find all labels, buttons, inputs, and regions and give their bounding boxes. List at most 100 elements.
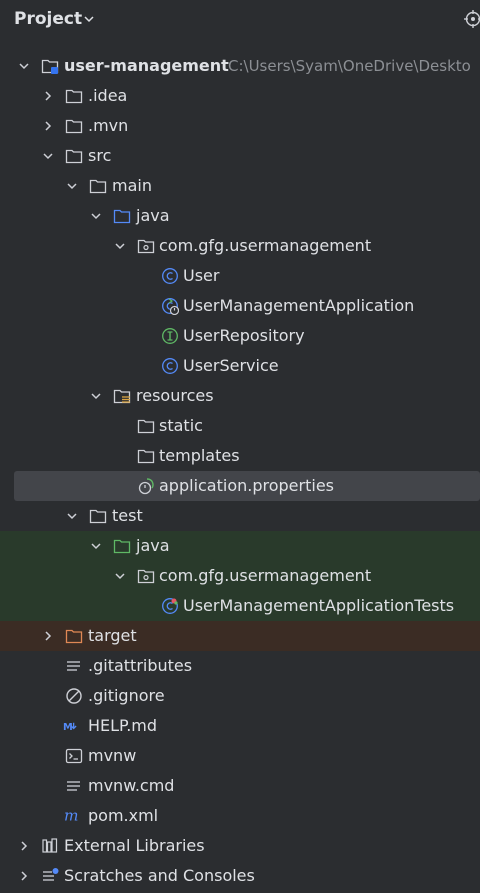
- scratches-icon: [43, 868, 59, 881]
- tree-label: resources: [136, 386, 214, 405]
- tree-label: .gitattributes: [88, 656, 193, 675]
- tree-label: static: [159, 416, 203, 435]
- tree-node-application-properties[interactable]: application.properties: [14, 471, 480, 501]
- tree-node-user-management[interactable]: user-management C:\Users\Syam\OneDrive\D…: [0, 51, 480, 81]
- ignore-file-icon: [66, 688, 82, 704]
- chevron-down-icon[interactable]: [113, 569, 127, 583]
- chevron-down-icon[interactable]: [65, 509, 79, 523]
- tree-node-mvn[interactable]: .mvn: [0, 111, 480, 141]
- chevron-down-icon[interactable]: [89, 209, 103, 223]
- tree-node-user-repository[interactable]: UserRepository: [0, 321, 480, 351]
- tree-node-package-test[interactable]: com.gfg.usermanagement: [0, 561, 480, 591]
- tree-node-scratches-and-consoles[interactable]: Scratches and Consoles: [0, 861, 480, 891]
- package-icon: [137, 239, 155, 254]
- class-icon: [162, 358, 178, 374]
- tree-label: External Libraries: [64, 836, 205, 855]
- maven-icon: m: [64, 807, 79, 825]
- tree-label: main: [112, 176, 152, 195]
- tree-label: UserRepository: [183, 326, 305, 345]
- tree-node-gitattributes[interactable]: .gitattributes: [0, 651, 480, 681]
- panel-title[interactable]: Project: [14, 9, 82, 29]
- tree-node-main[interactable]: main: [0, 171, 480, 201]
- chevron-right-icon[interactable]: [41, 89, 55, 103]
- tree-node-user-management-application[interactable]: UserManagementApplication: [0, 291, 480, 321]
- svg-text:M: M: [63, 722, 73, 733]
- tree-label: java: [136, 206, 170, 225]
- chevron-right-icon[interactable]: [41, 119, 55, 133]
- chevron-right-icon[interactable]: [17, 869, 31, 883]
- chevron-down-icon[interactable]: [113, 239, 127, 253]
- chevron-down-icon[interactable]: [17, 59, 31, 73]
- resources-folder-icon: [113, 389, 131, 404]
- chevron-down-icon[interactable]: [41, 149, 55, 163]
- folder-icon: [65, 119, 83, 134]
- tree-node-java-test[interactable]: java: [0, 531, 480, 561]
- tree-label: .idea: [88, 86, 128, 105]
- tree-node-pom-xml[interactable]: m pom.xml: [0, 801, 480, 831]
- chevron-right-icon[interactable]: [41, 629, 55, 643]
- class-icon: [162, 268, 178, 284]
- tree-node-target[interactable]: target: [0, 621, 480, 651]
- tree-label: com.gfg.usermanagement: [159, 566, 372, 585]
- tree-node-mvnw[interactable]: mvnw: [0, 741, 480, 771]
- tree-node-user[interactable]: User: [0, 261, 480, 291]
- tree-node-idea[interactable]: .idea: [0, 81, 480, 111]
- tree-node-help-md[interactable]: M HELP.md: [0, 711, 480, 741]
- chevron-down-icon[interactable]: [89, 389, 103, 403]
- tree-node-mvnw-cmd[interactable]: mvnw.cmd: [0, 771, 480, 801]
- tree-label: test: [112, 506, 143, 525]
- folder-icon: [89, 179, 107, 194]
- tree-node-package-main[interactable]: com.gfg.usermanagement: [0, 231, 480, 261]
- folder-icon: [65, 89, 83, 104]
- tree-node-resources[interactable]: resources: [0, 381, 480, 411]
- tree-label: templates: [159, 446, 240, 465]
- tree-label: application.properties: [159, 476, 334, 495]
- source-folder-icon: [113, 209, 131, 224]
- package-icon: [137, 569, 155, 584]
- locate-icon[interactable]: [464, 10, 480, 28]
- tree-node-templates[interactable]: templates: [0, 441, 480, 471]
- tree-label: mvnw.cmd: [88, 776, 175, 795]
- markdown-icon: M: [63, 722, 77, 733]
- tree-label: com.gfg.usermanagement: [159, 236, 372, 255]
- project-panel-header: Project: [0, 0, 480, 40]
- tree-label: target: [88, 626, 137, 645]
- tree-node-user-service[interactable]: UserService: [0, 351, 480, 381]
- tree-label: UserManagementApplicationTests: [183, 596, 455, 615]
- tree-node-test[interactable]: test: [0, 501, 480, 531]
- test-source-folder-icon: [113, 539, 131, 554]
- tree-label: src: [88, 146, 112, 165]
- folder-icon: [65, 149, 83, 164]
- interface-icon: [162, 328, 178, 344]
- tree-node-user-management-application-tests[interactable]: UserManagementApplicationTests: [0, 591, 480, 621]
- tree-label: UserManagementApplication: [183, 296, 415, 315]
- tree-node-external-libraries[interactable]: External Libraries: [0, 831, 480, 861]
- folder-icon: [137, 419, 155, 434]
- excluded-folder-icon: [65, 629, 83, 644]
- folder-icon: [89, 509, 107, 524]
- text-file-icon: [67, 781, 80, 791]
- tree-label: pom.xml: [88, 806, 159, 825]
- chevron-down-icon[interactable]: [89, 539, 103, 553]
- module-path: C:\Users\Syam\OneDrive\Deskto: [228, 57, 471, 75]
- tree-node-src[interactable]: src: [0, 141, 480, 171]
- module-folder-icon: [41, 59, 59, 74]
- chevron-down-icon[interactable]: [82, 12, 96, 26]
- tree-label: mvnw: [88, 746, 137, 765]
- svg-text:m: m: [64, 807, 79, 825]
- tree-label: Scratches and Consoles: [64, 866, 255, 885]
- test-class-icon: [162, 598, 178, 614]
- chevron-right-icon[interactable]: [17, 839, 31, 853]
- tree-label: java: [136, 536, 170, 555]
- spring-properties-icon: [138, 478, 154, 495]
- tree-node-gitignore[interactable]: .gitignore: [0, 681, 480, 711]
- tree-node-static[interactable]: static: [0, 411, 480, 441]
- tree-node-java-main[interactable]: java: [0, 201, 480, 231]
- tree-label: User: [183, 266, 220, 285]
- shell-script-icon: [65, 748, 83, 764]
- tree-label: HELP.md: [88, 716, 158, 735]
- text-file-icon: [67, 661, 80, 671]
- chevron-down-icon[interactable]: [65, 179, 79, 193]
- spring-boot-class-icon: [162, 298, 179, 315]
- tree-label: user-management: [64, 56, 229, 75]
